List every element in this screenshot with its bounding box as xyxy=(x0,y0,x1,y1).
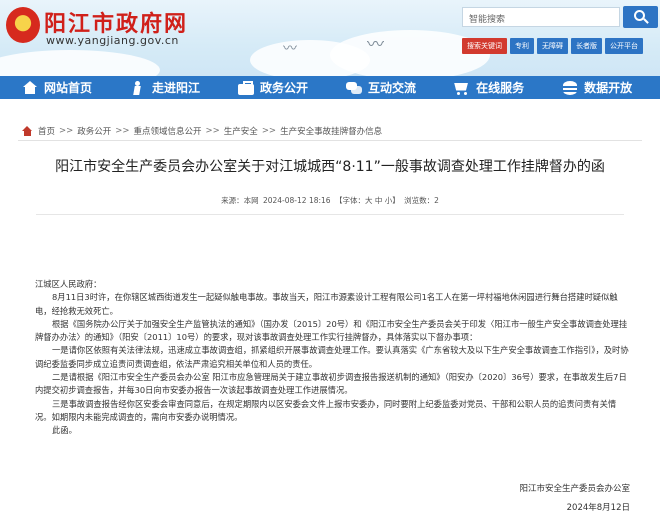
quick-link-accessibility[interactable]: 无障碍 xyxy=(537,38,568,54)
breadcrumb-item[interactable]: 生产安全 xyxy=(224,125,258,137)
nav-item-label: 网站首页 xyxy=(44,81,93,95)
header-cloud xyxy=(0,50,160,76)
nav-item-label: 互动交流 xyxy=(368,81,417,95)
paragraph: 二是请根据《阳江市安全生产委员会办公室 阳江市应急管理局关于建立事故初步调查报告… xyxy=(35,372,627,396)
site-header: 阳江市政府网 www.yangjiang.gov.cn 〰 〰 智能搜索 搜索关… xyxy=(0,0,660,76)
paragraph: 一是请你区依照有关法律法规，迅速成立事故调查组，抓紧组织开展事故调查处理工作。要… xyxy=(35,345,629,369)
breadcrumb-home[interactable]: 首页 xyxy=(38,125,55,137)
paragraph: 三是事故调查报告经你区安委会审查同意后，在规定期限内以区安委会文件上报市安委办，… xyxy=(35,398,617,422)
nav-item-about[interactable]: 走进阳江 xyxy=(130,79,200,96)
article-date: 2024-08-12 18:16 xyxy=(262,196,331,205)
breadcrumb-item[interactable]: 生产安全事故挂牌督办信息 xyxy=(280,125,382,137)
quick-link-open-platform[interactable]: 公开平台 xyxy=(605,38,643,54)
nav-item-label: 在线服务 xyxy=(476,81,525,95)
national-emblem-icon[interactable] xyxy=(6,7,40,43)
signature-date: 2024年8月12日 xyxy=(566,503,630,513)
breadcrumb-item[interactable]: 政务公开 xyxy=(77,125,111,137)
nav-item-interaction[interactable]: 互动交流 xyxy=(346,79,416,96)
article-body: 江城区人民政府： 8月11日3时许，在你辖区城西街道发生一起疑似触电事故。事故当… xyxy=(35,278,630,438)
article-title: 阳江市安全生产委员会办公室关于对江城城西“8·11”一般事故调查处理工作挂牌督办… xyxy=(55,159,605,175)
quick-link-elder-mode[interactable]: 长者版 xyxy=(571,38,602,54)
briefcase-icon xyxy=(238,80,255,95)
quick-link-patent[interactable]: 专利 xyxy=(510,38,534,54)
breadcrumb-item[interactable]: 重点领域信息公开 xyxy=(134,125,202,137)
nav-item-label: 政务公开 xyxy=(260,81,309,95)
chat-icon xyxy=(346,81,363,95)
nav-item-label: 走进阳江 xyxy=(152,81,201,95)
nav-item-online-service[interactable]: 在线服务 xyxy=(454,79,524,96)
font-size-switcher[interactable]: 【字体：大 中 小】 xyxy=(335,196,400,205)
nav-item-open-data[interactable]: 数据开放 xyxy=(562,79,632,96)
nav-item-gov-affairs[interactable]: 政务公开 xyxy=(238,79,308,96)
cart-icon xyxy=(454,81,470,95)
walker-icon xyxy=(130,80,146,95)
bird-icon: 〰 xyxy=(283,41,297,57)
search-input[interactable]: 智能搜索 xyxy=(462,7,620,27)
article-source: 来源：本网 xyxy=(221,196,259,205)
bird-icon: 〰 xyxy=(367,35,384,55)
salutation: 江城区人民政府： xyxy=(35,279,102,289)
article-meta: 来源：本网 2024-08-12 18:16 【字体：大 中 小】 浏览数：2 xyxy=(0,195,660,206)
main-nav: 网站首页 走进阳江 政务公开 互动交流 在线服务 数据开放 xyxy=(0,76,660,99)
breadcrumb: 首页 >> 政务公开 >> 重点领域信息公开 >> 生产安全 >> 生产安全事故… xyxy=(22,125,382,137)
home-icon xyxy=(22,80,38,95)
signature: 阳江市安全生产委员会办公室 2024年8月12日 xyxy=(519,480,630,516)
closing: 此函。 xyxy=(52,425,77,436)
nav-item-home[interactable]: 网站首页 xyxy=(22,79,92,96)
site-url: www.yangjiang.gov.cn xyxy=(46,34,179,47)
database-icon xyxy=(562,80,578,95)
search-button[interactable] xyxy=(623,6,658,28)
nav-item-label: 数据开放 xyxy=(584,81,633,95)
divider xyxy=(18,140,642,141)
view-count: 浏览数：2 xyxy=(404,196,439,205)
quick-link-keywords[interactable]: 搜索关键词 xyxy=(462,38,507,54)
divider xyxy=(36,214,624,215)
signature-org: 阳江市安全生产委员会办公室 xyxy=(519,484,630,494)
home-icon xyxy=(22,126,33,136)
quick-links: 搜索关键词 专利 无障碍 长者版 公开平台 xyxy=(462,38,643,54)
paragraph: 根据《国务院办公厅关于加强安全生产监管执法的通知》（国办发〔2015〕20号）和… xyxy=(35,318,628,343)
paragraph: 8月11日3时许，在你辖区城西街道发生一起疑似触电事故。事故当天，阳江市源素设计… xyxy=(35,292,618,316)
